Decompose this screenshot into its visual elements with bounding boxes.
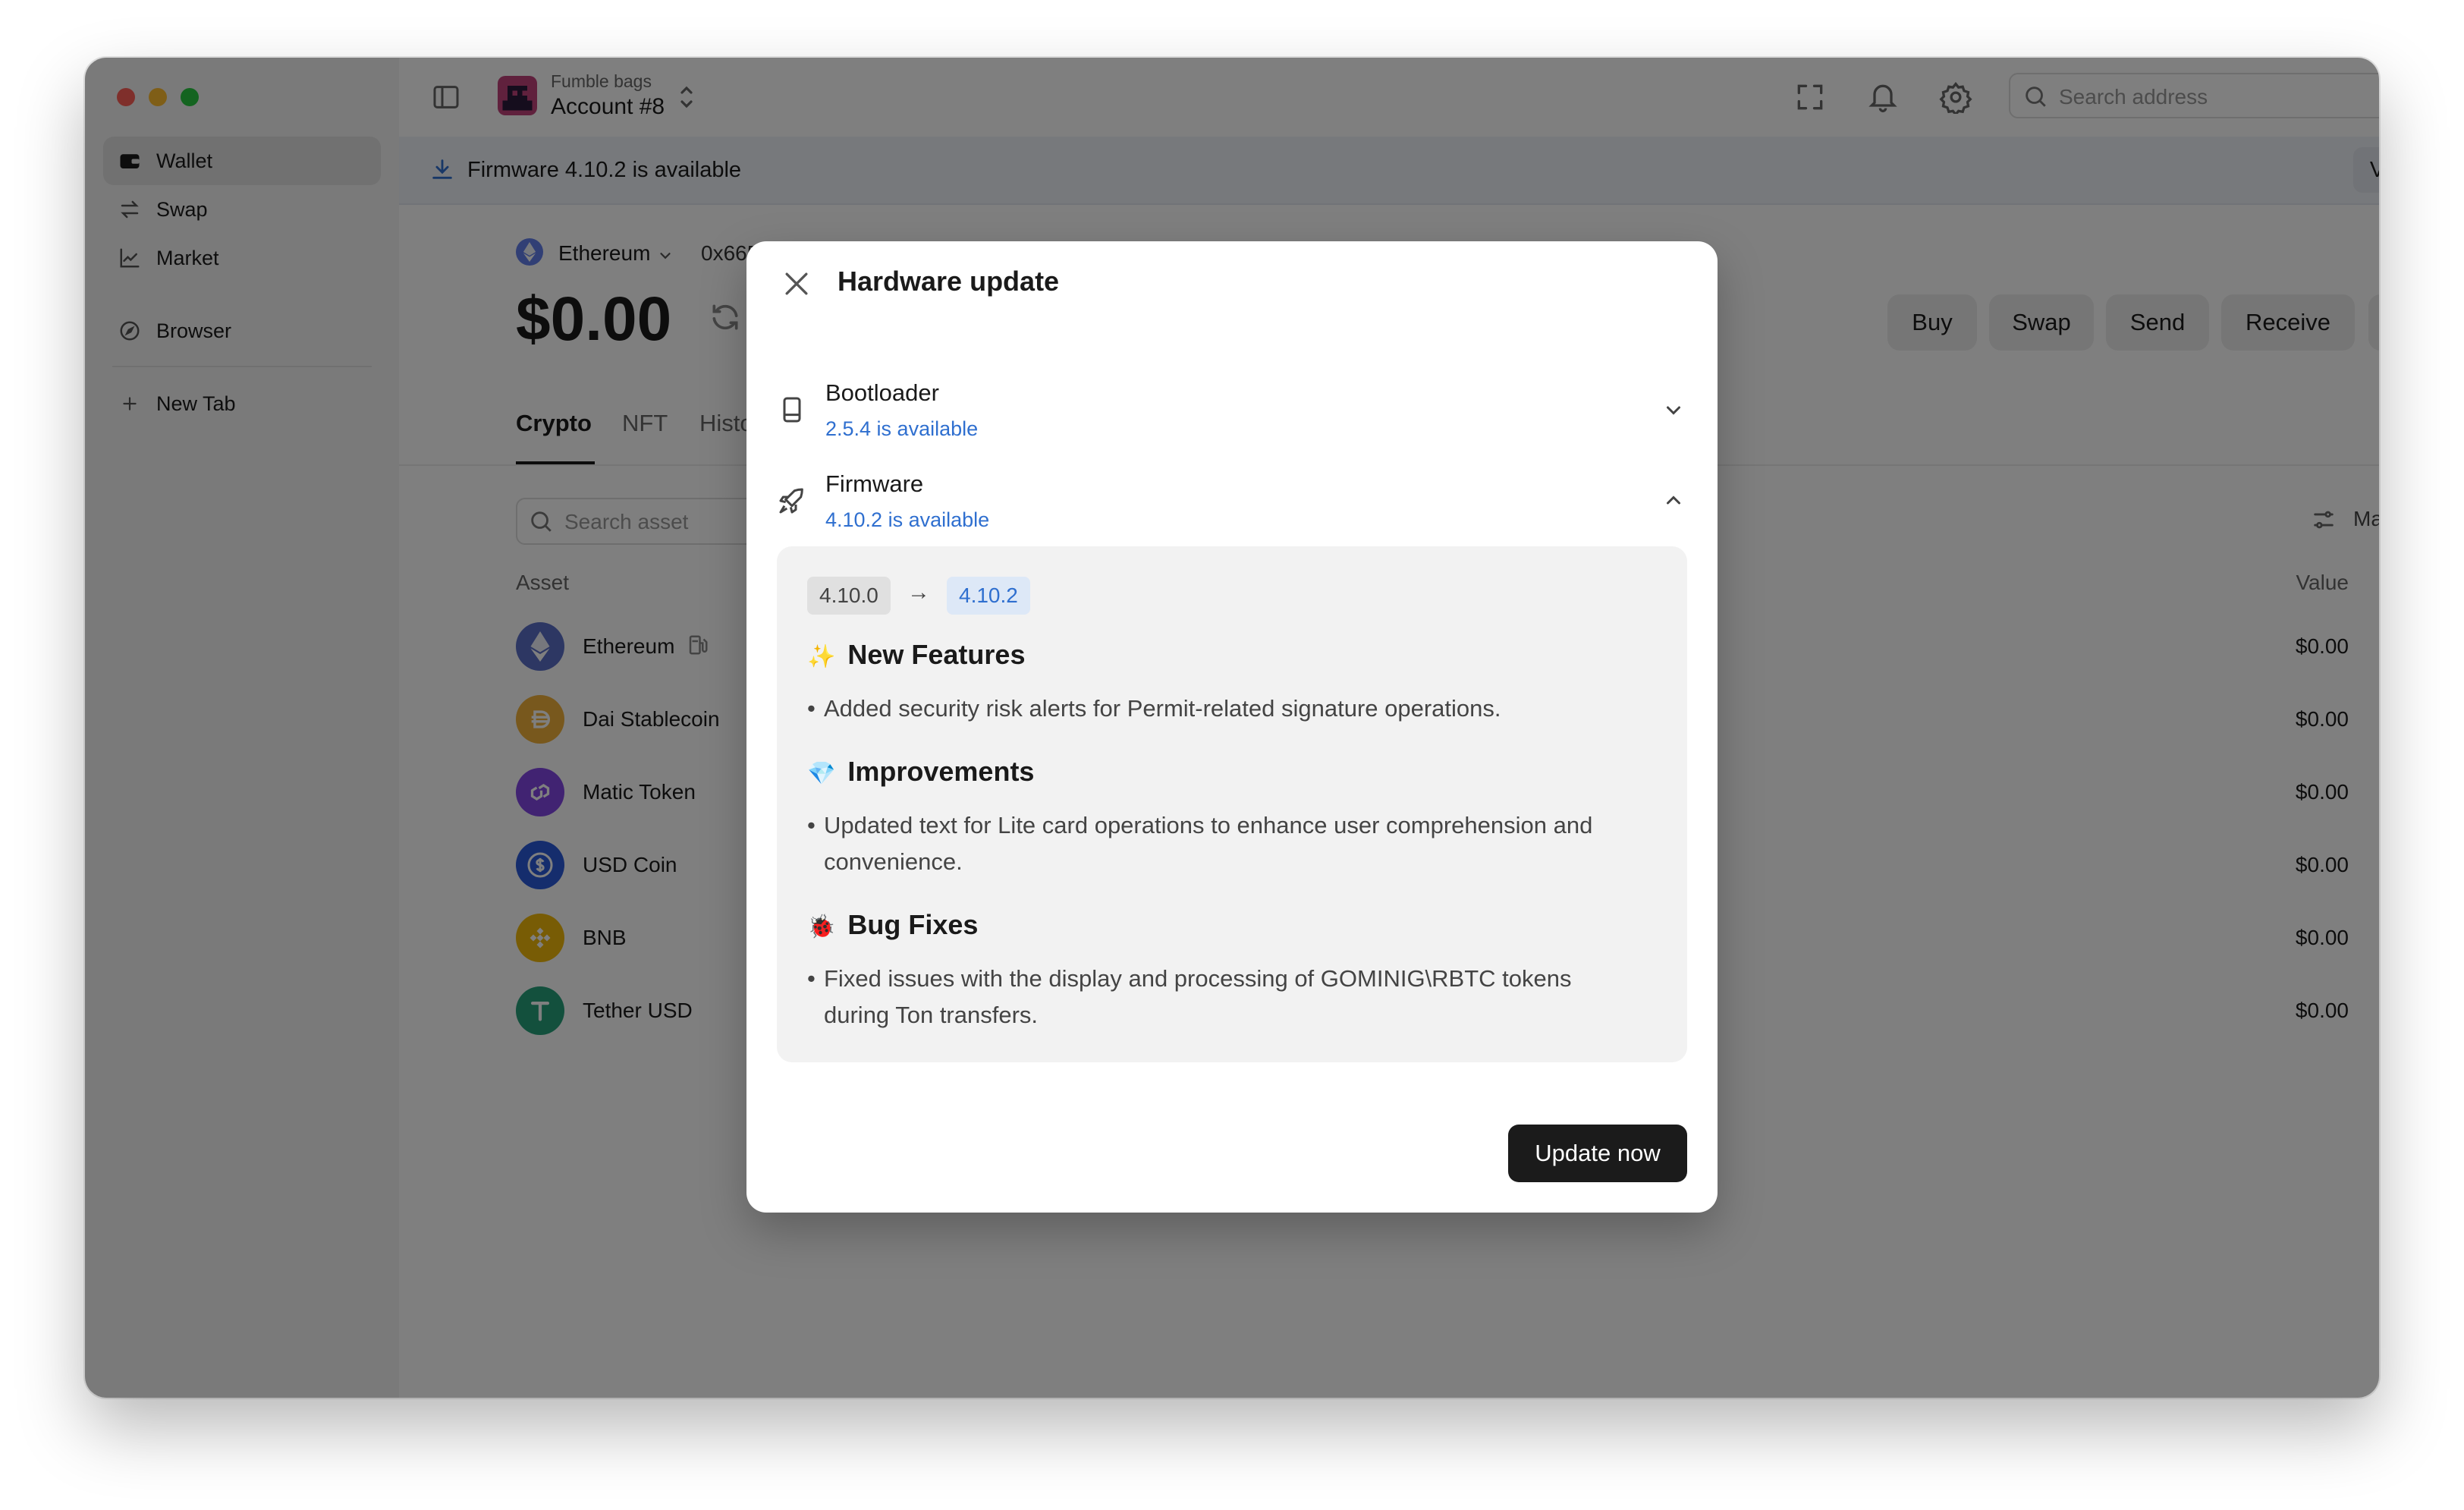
bootloader-title: Bootloader: [825, 379, 939, 406]
list-item: • Added security risk alerts for Permit-r…: [807, 695, 1501, 722]
firmware-status: 4.10.2 is available: [825, 508, 990, 531]
modal-title: Hardware update: [838, 266, 1060, 297]
chevron-up-icon[interactable]: [1660, 487, 1687, 514]
new-features-heading: ✨ New Features: [807, 639, 1026, 670]
rocket-icon: [777, 486, 810, 519]
version-arrow: →: [907, 580, 930, 605]
version-to-badge: 4.10.2: [947, 577, 1030, 615]
firmware-title: Firmware: [825, 470, 924, 497]
bug-fixes-heading: 🐞 Bug Fixes: [807, 909, 979, 940]
list-item: • Fixed issues with the display and proce…: [807, 965, 1572, 1028]
chevron-down-icon[interactable]: [1660, 396, 1687, 423]
bootloader-section[interactable]: Bootloader 2.5.4 is available: [777, 375, 1687, 451]
hardware-update-modal: Hardware update Bootloader 2.5.4 is avai…: [746, 241, 1718, 1213]
version-from-badge: 4.10.0: [807, 577, 891, 615]
close-icon[interactable]: [780, 267, 813, 300]
gem-icon: 💎: [807, 761, 836, 786]
release-notes: 4.10.0 → 4.10.2 ✨ New Features • Added se…: [777, 546, 1687, 1062]
firmware-section[interactable]: Firmware 4.10.2 is available: [777, 466, 1687, 542]
bootloader-status: 2.5.4 is available: [825, 417, 979, 440]
sparkles-icon: ✨: [807, 644, 836, 669]
bug-icon: 🐞: [807, 914, 836, 939]
list-item: • Updated text for Lite card operations t…: [807, 812, 1593, 875]
improvements-heading: 💎 Improvements: [807, 756, 1035, 787]
update-now-button[interactable]: Update now: [1508, 1125, 1687, 1182]
device-icon: [777, 395, 810, 428]
